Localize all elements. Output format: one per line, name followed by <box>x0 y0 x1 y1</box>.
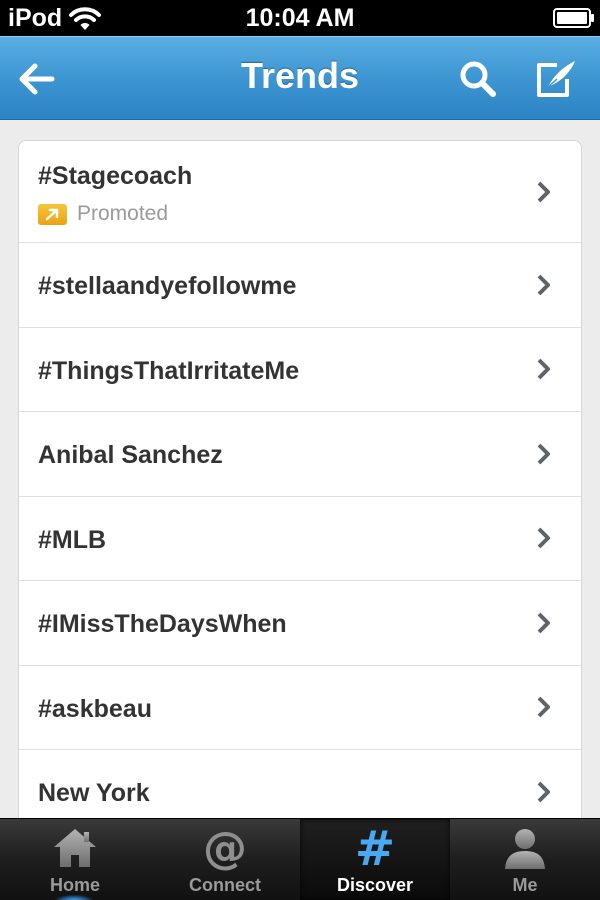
tab-me-label: Me <box>512 875 538 895</box>
tab-connect-label: Connect <box>189 875 261 895</box>
trends-list: #Stagecoach Promoted #stellaandyefollowm… <box>18 140 582 840</box>
trend-row[interactable]: #IMissTheDaysWhen <box>19 581 581 666</box>
chevron-right-icon <box>537 274 550 296</box>
trend-row[interactable]: #ThingsThatIrritateMe <box>19 328 581 412</box>
tab-home-label: Home <box>49 875 100 895</box>
tab-notification-glow <box>55 895 93 900</box>
chevron-right-icon <box>537 781 550 803</box>
navigation-bar: Trends <box>0 36 600 120</box>
trend-label: New York <box>38 779 150 807</box>
tab-me[interactable]: Me <box>450 819 600 900</box>
trend-label: Anibal Sanchez <box>38 441 223 469</box>
trend-label: #askbeau <box>38 694 152 723</box>
search-icon[interactable] <box>456 57 500 101</box>
trend-label: #ThingsThatIrritateMe <box>38 356 300 385</box>
promoted-label: Promoted <box>77 202 169 225</box>
chevron-right-icon <box>537 443 550 465</box>
status-bar: iPod 10:04 AM <box>0 0 600 36</box>
chevron-right-icon <box>537 696 550 718</box>
person-icon <box>505 829 545 869</box>
at-sign-icon: @ <box>203 825 247 871</box>
trend-label: #MLB <box>38 525 107 554</box>
trend-label: #IMissTheDaysWhen <box>38 610 287 638</box>
trend-label: #stellaandyefollowme <box>38 272 297 300</box>
battery-icon <box>553 8 594 28</box>
chevron-right-icon <box>537 358 550 380</box>
tab-discover[interactable]: # Discover <box>300 819 450 900</box>
trends-screen: iPod 10:04 AM Trends #Stagecoach Promote… <box>0 0 600 900</box>
tab-home[interactable]: Home <box>0 819 150 900</box>
tab-connect[interactable]: @ Connect <box>150 819 300 900</box>
status-time: 10:04 AM <box>245 4 355 32</box>
hashtag-icon: # <box>355 825 395 871</box>
compose-icon[interactable] <box>533 57 577 101</box>
trend-row[interactable]: Anibal Sanchez <box>19 412 581 497</box>
trend-label: #Stagecoach <box>38 162 193 190</box>
trend-row[interactable]: #askbeau <box>19 666 581 750</box>
house-icon <box>54 829 96 867</box>
trend-row[interactable]: #stellaandyefollowme <box>19 243 581 328</box>
trend-row[interactable]: #Stagecoach Promoted <box>19 141 581 243</box>
promoted-arrow-icon <box>38 204 67 225</box>
page-title: Trends <box>240 55 360 96</box>
tab-bar: Home @ Connect # Discover Me <box>0 818 600 900</box>
svg-text:@: @ <box>203 825 247 871</box>
trend-row[interactable]: #MLB <box>19 497 581 581</box>
svg-text:#: # <box>355 825 395 871</box>
chevron-right-icon <box>537 527 550 549</box>
chevron-right-icon <box>537 181 550 202</box>
chevron-right-icon <box>537 612 550 634</box>
tab-discover-label: Discover <box>336 875 414 895</box>
